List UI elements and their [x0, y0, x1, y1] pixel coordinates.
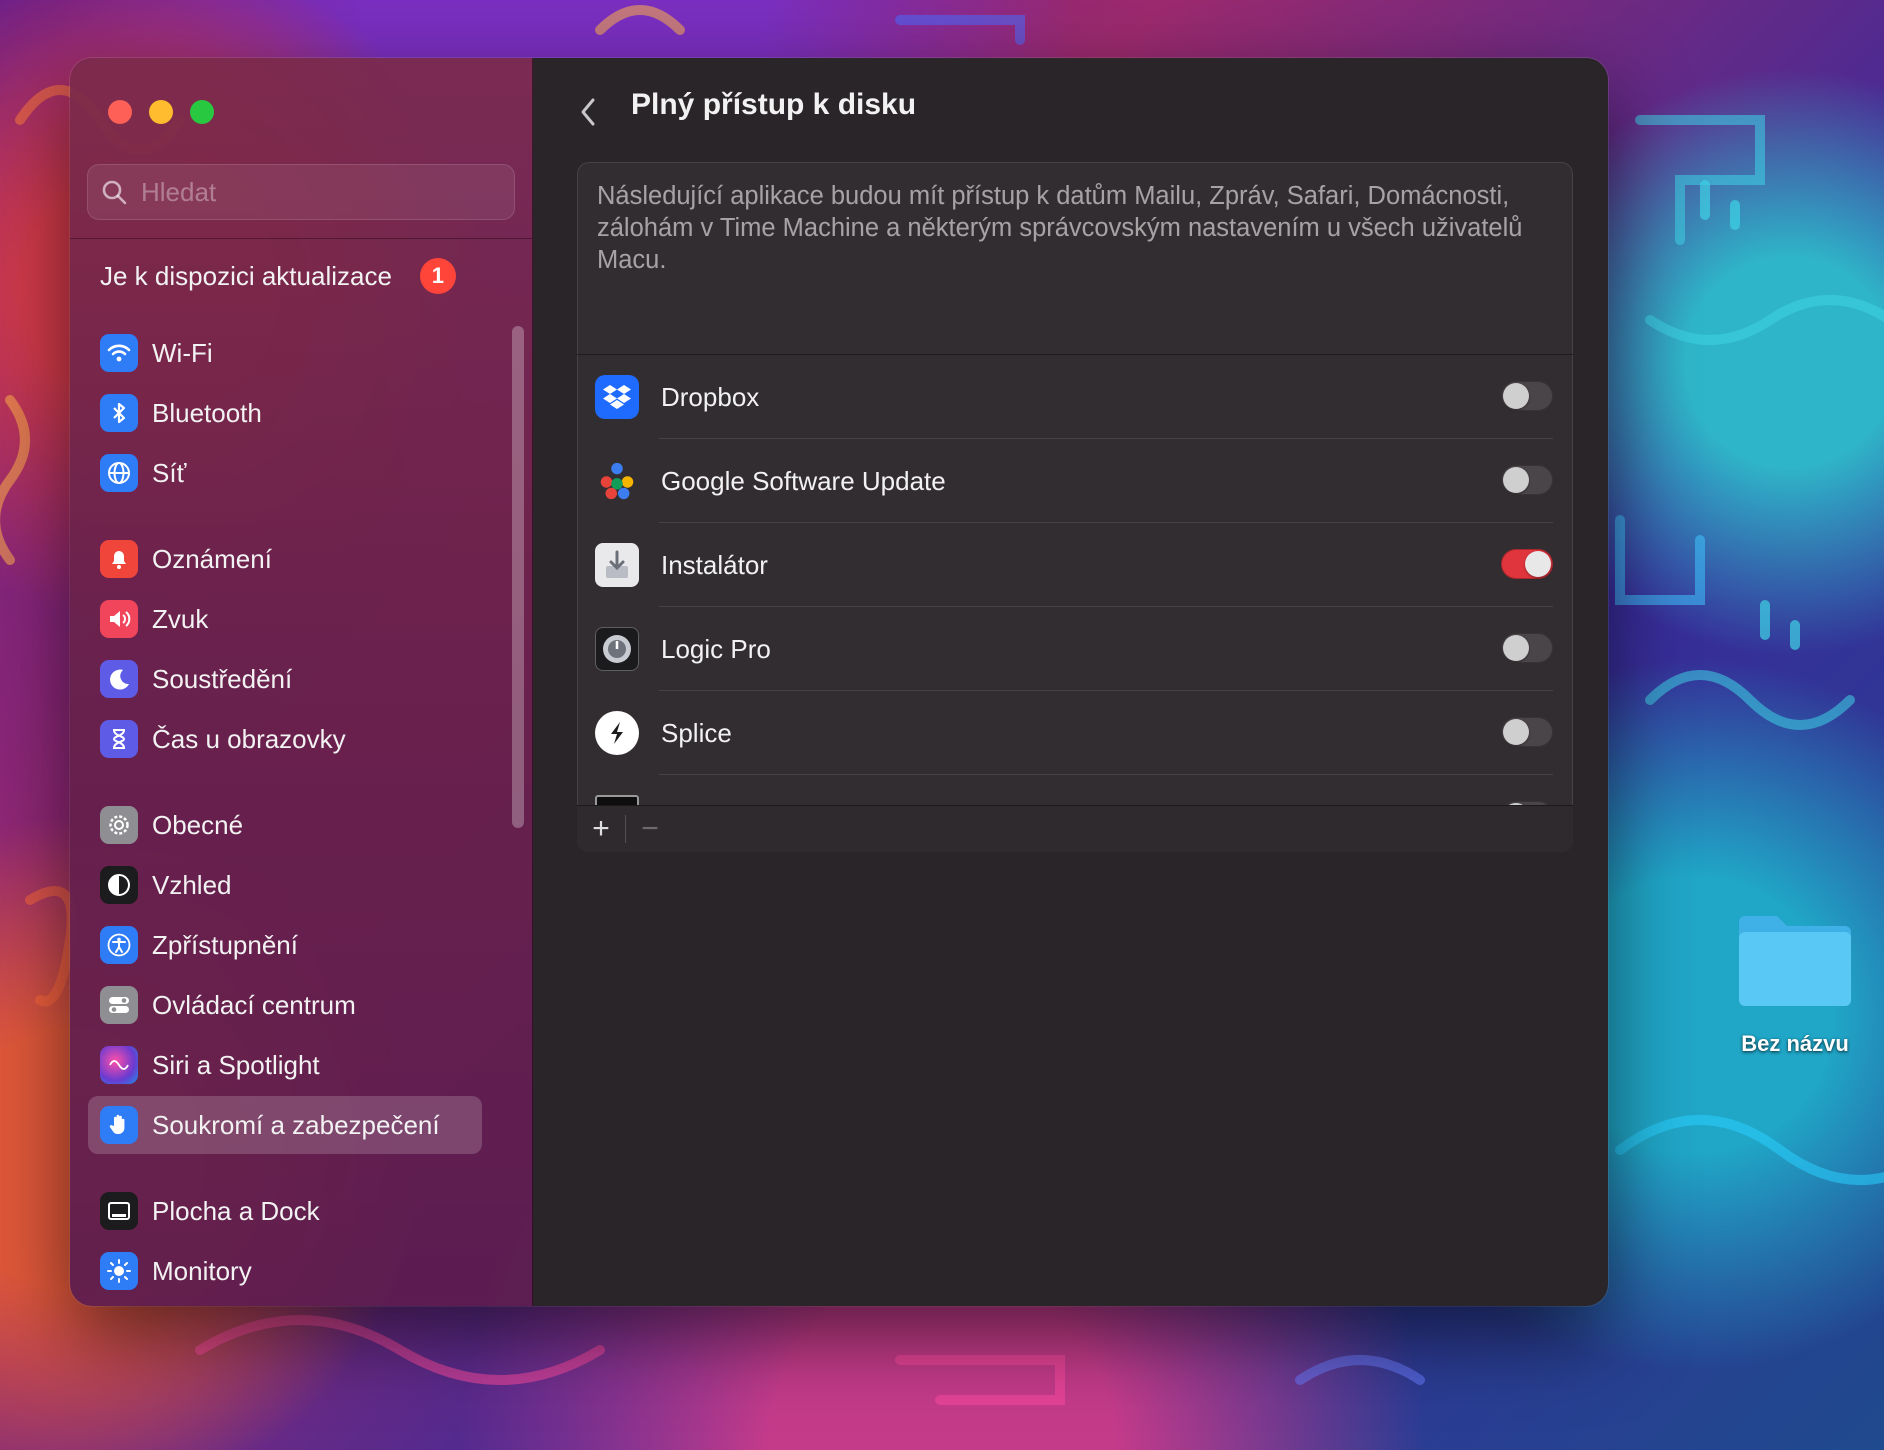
installer-icon — [595, 543, 639, 587]
globe-icon — [100, 454, 138, 492]
back-button[interactable] — [573, 90, 603, 134]
toggle-installer[interactable] — [1501, 549, 1553, 579]
dropbox-icon — [595, 375, 639, 419]
sidebar-item-sound[interactable]: Zvuk — [88, 590, 482, 648]
sidebar-item-wifi[interactable]: Wi-Fi — [88, 324, 482, 382]
app-name: Instalátor — [661, 549, 768, 580]
wifi-icon — [100, 334, 138, 372]
app-name: Google Software Update — [661, 465, 946, 496]
app-row-google-software-update: Google Software Update — [577, 439, 1573, 523]
update-badge: 1 — [419, 258, 456, 294]
google-software-update-icon — [595, 459, 639, 503]
sidebar-item-notifications[interactable]: Oznámení — [88, 530, 482, 588]
system-settings-window: Je k dispozici aktualizace 1 Wi-Fi Bluet… — [70, 58, 1608, 1306]
hand-icon — [100, 1106, 138, 1144]
toggle-google-software-update[interactable] — [1501, 465, 1553, 495]
sidebar: Je k dispozici aktualizace 1 Wi-Fi Bluet… — [70, 58, 533, 1306]
desktop-folder-label: Bez názvu — [1741, 1031, 1849, 1056]
folder-icon — [1739, 916, 1851, 1006]
sidebar-item-bluetooth[interactable]: Bluetooth — [88, 384, 482, 442]
sidebar-item-label: Zpřístupnění — [152, 929, 298, 960]
sidebar-item-general[interactable]: Obecné — [88, 796, 482, 854]
remove-app-button[interactable]: − — [626, 806, 674, 852]
bell-icon — [100, 540, 138, 578]
desktop-folder[interactable]: Bez názvu — [1720, 908, 1870, 1057]
toggle-dropbox[interactable] — [1501, 381, 1553, 411]
sidebar-item-label: Síť — [152, 457, 187, 488]
sidebar-item-label: Wi-Fi — [152, 337, 213, 368]
sidebar-item-displays[interactable]: Monitory — [88, 1242, 482, 1300]
app-row-installer: Instalátor — [577, 523, 1573, 607]
minimize-button[interactable] — [149, 100, 173, 124]
app-row-splice: Splice — [577, 691, 1573, 775]
panel-footer: + − — [577, 805, 1573, 852]
sidebar-item-label: Plocha a Dock — [152, 1195, 320, 1226]
speaker-icon — [100, 600, 138, 638]
app-name: Dropbox — [661, 381, 760, 412]
gear-icon — [100, 806, 138, 844]
sidebar-divider — [70, 238, 532, 239]
chevron-left-icon — [581, 98, 595, 126]
toggle-logic-pro[interactable] — [1501, 633, 1553, 663]
search-icon — [102, 180, 127, 205]
sidebar-item-appearance[interactable]: Vzhled — [88, 856, 482, 914]
sidebar-item-label: Siri a Spotlight — [152, 1049, 320, 1080]
hourglass-icon — [100, 720, 138, 758]
logic-pro-icon — [595, 627, 639, 671]
appearance-icon — [100, 866, 138, 904]
sidebar-item-label: Ovládací centrum — [152, 989, 356, 1020]
full-disk-access-panel: Následující aplikace budou mít přístup k… — [577, 162, 1573, 852]
search-input[interactable] — [139, 175, 473, 209]
traffic-lights — [108, 100, 214, 124]
zoom-button[interactable] — [190, 100, 214, 124]
sidebar-item-label: Vzhled — [152, 869, 232, 900]
sun-icon — [100, 1252, 138, 1290]
close-button[interactable] — [108, 100, 132, 124]
siri-icon — [100, 1046, 138, 1084]
accessibility-icon — [100, 926, 138, 964]
page-title: Plný přístup k disku — [631, 88, 917, 121]
sidebar-item-label: Monitory — [152, 1255, 252, 1286]
splice-icon — [595, 711, 639, 755]
sidebar-item-label: Soustředění — [152, 663, 293, 694]
control-center-icon — [100, 986, 138, 1024]
app-row-logic-pro: Logic Pro — [577, 607, 1573, 691]
app-name: Splice — [661, 717, 732, 748]
sidebar-item-siri-spotlight[interactable]: Siri a Spotlight — [88, 1036, 482, 1094]
sidebar-item-label: Oznámení — [152, 543, 272, 574]
moon-icon — [100, 660, 138, 698]
sidebar-item-label: Obecné — [152, 809, 244, 840]
sidebar-item-label: Soukromí a zabezpečení — [152, 1109, 440, 1140]
bluetooth-icon — [100, 394, 138, 432]
sidebar-item-control-center[interactable]: Ovládací centrum — [88, 976, 482, 1034]
add-app-button[interactable]: + — [577, 806, 625, 852]
sidebar-item-label: Bluetooth — [152, 397, 262, 428]
sidebar-item-network[interactable]: Síť — [88, 444, 482, 502]
dock-icon — [100, 1192, 138, 1230]
update-label: Je k dispozici aktualizace — [100, 260, 392, 291]
sidebar-item-accessibility[interactable]: Zpřístupnění — [88, 916, 482, 974]
search-field[interactable] — [87, 164, 515, 220]
main-pane: Plný přístup k disku Následující aplikac… — [533, 58, 1608, 1306]
app-row-dropbox: Dropbox — [577, 355, 1573, 439]
software-update-notice[interactable]: Je k dispozici aktualizace 1 — [100, 258, 456, 294]
sidebar-item-desktop-dock[interactable]: Plocha a Dock — [88, 1182, 482, 1240]
sidebar-item-focus[interactable]: Soustředění — [88, 650, 482, 708]
sidebar-scrollbar[interactable] — [512, 326, 524, 828]
sidebar-item-label: Zvuk — [152, 603, 209, 634]
sidebar-item-screen-time[interactable]: Čas u obrazovky — [88, 710, 482, 768]
sidebar-item-privacy-security[interactable]: Soukromí a zabezpečení — [88, 1096, 482, 1154]
app-name: Logic Pro — [661, 633, 771, 664]
toggle-splice[interactable] — [1501, 717, 1553, 747]
sidebar-item-label: Čas u obrazovky — [152, 723, 346, 754]
panel-description: Následující aplikace budou mít přístup k… — [597, 182, 1523, 274]
